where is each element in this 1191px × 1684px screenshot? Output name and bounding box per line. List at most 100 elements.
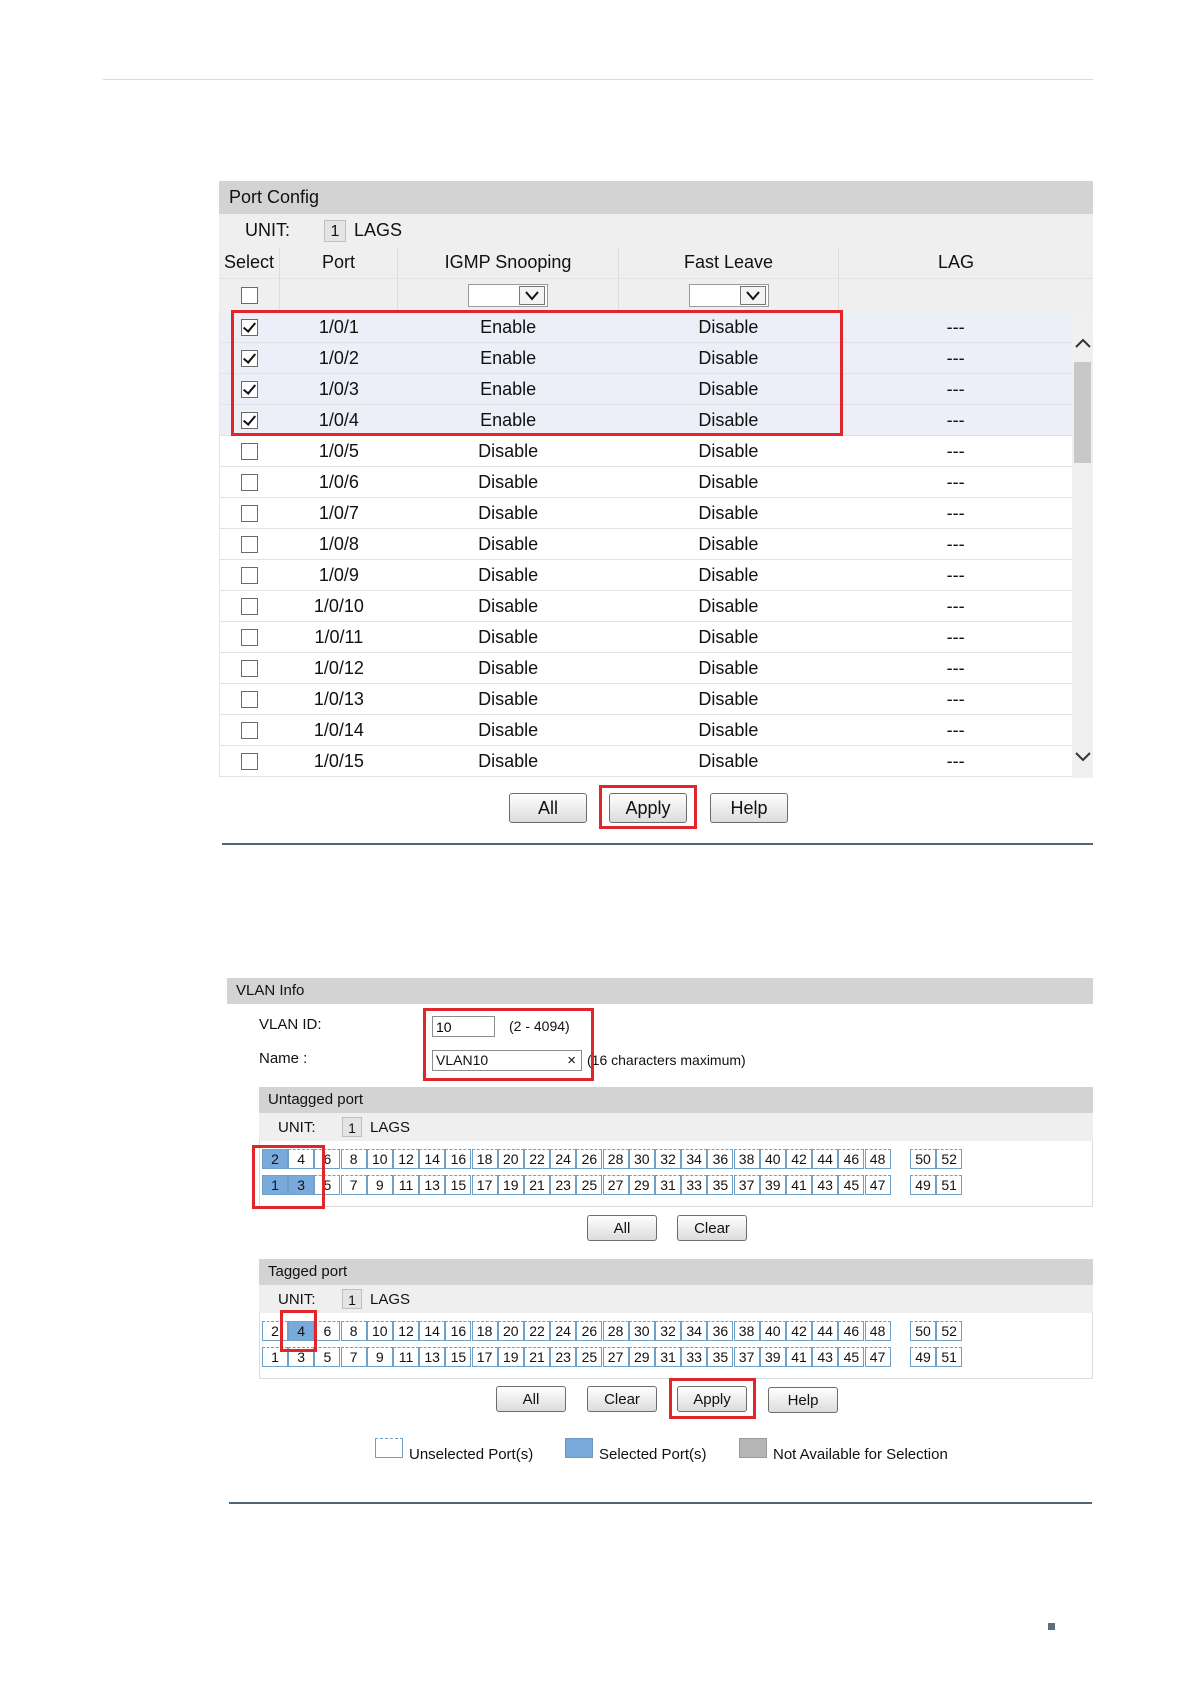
row-select-checkbox[interactable] — [241, 473, 259, 491]
port-5-button[interactable]: 5 — [314, 1347, 341, 1367]
unit-1-button[interactable]: 1 — [342, 1117, 362, 1137]
port-36-button[interactable]: 36 — [707, 1149, 734, 1169]
untagged-clear-button[interactable]: Clear — [677, 1215, 747, 1241]
table-row[interactable]: 1/0/13 Disable Disable --- — [220, 684, 1073, 715]
port-35-button[interactable]: 35 — [707, 1175, 734, 1195]
port-14-button[interactable]: 14 — [419, 1149, 446, 1169]
port-46-button[interactable]: 46 — [838, 1321, 865, 1341]
tagged-help-button[interactable]: Help — [768, 1387, 838, 1413]
row-select-checkbox[interactable] — [241, 442, 259, 460]
port-22-button[interactable]: 22 — [524, 1321, 550, 1341]
port-39-button[interactable]: 39 — [759, 1175, 786, 1195]
port-31-button[interactable]: 31 — [655, 1175, 681, 1195]
port-8-button[interactable]: 8 — [340, 1149, 367, 1169]
port-9-button[interactable]: 9 — [366, 1175, 393, 1195]
row-select-checkbox[interactable] — [241, 721, 259, 739]
port-49-button[interactable]: 49 — [910, 1347, 936, 1367]
port-10-button[interactable]: 10 — [366, 1149, 393, 1169]
port-37-button[interactable]: 37 — [733, 1347, 760, 1367]
row-select-checkbox[interactable] — [241, 535, 259, 553]
port-27-button[interactable]: 27 — [602, 1175, 629, 1195]
port-27-button[interactable]: 27 — [602, 1347, 629, 1367]
table-row[interactable]: 1/0/9 Disable Disable --- — [220, 560, 1073, 591]
row-select-checkbox[interactable] — [241, 690, 259, 708]
port-21-button[interactable]: 21 — [524, 1175, 550, 1195]
port-43-button[interactable]: 43 — [812, 1347, 839, 1367]
table-row[interactable]: 1/0/5 Disable Disable --- — [220, 436, 1073, 467]
port-29-button[interactable]: 29 — [628, 1347, 655, 1367]
lags-link[interactable]: LAGS — [354, 220, 402, 241]
port-32-button[interactable]: 32 — [655, 1321, 681, 1341]
port-26-button[interactable]: 26 — [576, 1321, 603, 1341]
igmp-snooping-select[interactable] — [468, 284, 548, 307]
port-34-button[interactable]: 34 — [681, 1149, 708, 1169]
table-row[interactable]: 1/0/6 Disable Disable --- — [220, 467, 1073, 498]
lags-link[interactable]: LAGS — [370, 1291, 410, 1308]
port-42-button[interactable]: 42 — [786, 1149, 812, 1169]
port-30-button[interactable]: 30 — [628, 1321, 655, 1341]
table-row[interactable]: 1/0/14 Disable Disable --- — [220, 715, 1073, 746]
port-12-button[interactable]: 12 — [393, 1321, 419, 1341]
table-row[interactable]: 1/0/11 Disable Disable --- — [220, 622, 1073, 653]
port-45-button[interactable]: 45 — [838, 1347, 865, 1367]
unit-1-button[interactable]: 1 — [342, 1289, 362, 1309]
port-45-button[interactable]: 45 — [838, 1175, 865, 1195]
unit-1-button[interactable]: 1 — [324, 219, 346, 242]
port-25-button[interactable]: 25 — [576, 1347, 603, 1367]
row-select-checkbox[interactable] — [241, 597, 259, 615]
help-button[interactable]: Help — [710, 793, 788, 823]
row-select-checkbox[interactable] — [241, 628, 259, 646]
port-26-button[interactable]: 26 — [576, 1149, 603, 1169]
port-44-button[interactable]: 44 — [812, 1321, 839, 1341]
port-37-button[interactable]: 37 — [733, 1175, 760, 1195]
port-25-button[interactable]: 25 — [576, 1175, 603, 1195]
port-33-button[interactable]: 33 — [681, 1175, 708, 1195]
row-select-checkbox[interactable] — [241, 659, 259, 677]
port-52-button[interactable]: 52 — [936, 1321, 963, 1341]
port-47-button[interactable]: 47 — [864, 1347, 891, 1367]
port-34-button[interactable]: 34 — [681, 1321, 708, 1341]
port-42-button[interactable]: 42 — [786, 1321, 812, 1341]
port-13-button[interactable]: 13 — [419, 1175, 446, 1195]
row-select-checkbox[interactable] — [241, 566, 259, 584]
port-30-button[interactable]: 30 — [628, 1149, 655, 1169]
port-6-button[interactable]: 6 — [314, 1321, 341, 1341]
port-41-button[interactable]: 41 — [786, 1347, 812, 1367]
port-41-button[interactable]: 41 — [786, 1175, 812, 1195]
table-row[interactable]: 1/0/10 Disable Disable --- — [220, 591, 1073, 622]
port-29-button[interactable]: 29 — [628, 1175, 655, 1195]
port-47-button[interactable]: 47 — [864, 1175, 891, 1195]
port-50-button[interactable]: 50 — [910, 1321, 936, 1341]
port-7-button[interactable]: 7 — [340, 1347, 367, 1367]
table-row[interactable]: 1/0/15 Disable Disable --- — [220, 746, 1073, 777]
lags-link[interactable]: LAGS — [370, 1119, 410, 1136]
port-28-button[interactable]: 28 — [602, 1149, 629, 1169]
untagged-all-button[interactable]: All — [587, 1215, 657, 1241]
table-row[interactable]: 1/0/7 Disable Disable --- — [220, 498, 1073, 529]
port-50-button[interactable]: 50 — [910, 1149, 936, 1169]
scroll-up-icon[interactable] — [1072, 332, 1093, 354]
port-20-button[interactable]: 20 — [497, 1321, 524, 1341]
port-22-button[interactable]: 22 — [524, 1149, 550, 1169]
port-43-button[interactable]: 43 — [812, 1175, 839, 1195]
port-7-button[interactable]: 7 — [340, 1175, 367, 1195]
port-16-button[interactable]: 16 — [445, 1149, 472, 1169]
port-38-button[interactable]: 38 — [733, 1149, 760, 1169]
port-32-button[interactable]: 32 — [655, 1149, 681, 1169]
port-19-button[interactable]: 19 — [497, 1175, 524, 1195]
port-11-button[interactable]: 11 — [393, 1347, 419, 1367]
port-46-button[interactable]: 46 — [838, 1149, 865, 1169]
port-13-button[interactable]: 13 — [419, 1347, 446, 1367]
port-40-button[interactable]: 40 — [759, 1149, 786, 1169]
port-9-button[interactable]: 9 — [366, 1347, 393, 1367]
tagged-all-button[interactable]: All — [496, 1386, 566, 1412]
port-12-button[interactable]: 12 — [393, 1149, 419, 1169]
row-select-checkbox[interactable] — [241, 504, 259, 522]
port-17-button[interactable]: 17 — [471, 1347, 498, 1367]
scrollbar-thumb[interactable] — [1074, 362, 1091, 463]
tagged-clear-button[interactable]: Clear — [587, 1386, 657, 1412]
port-38-button[interactable]: 38 — [733, 1321, 760, 1341]
port-24-button[interactable]: 24 — [550, 1321, 577, 1341]
port-11-button[interactable]: 11 — [393, 1175, 419, 1195]
port-40-button[interactable]: 40 — [759, 1321, 786, 1341]
